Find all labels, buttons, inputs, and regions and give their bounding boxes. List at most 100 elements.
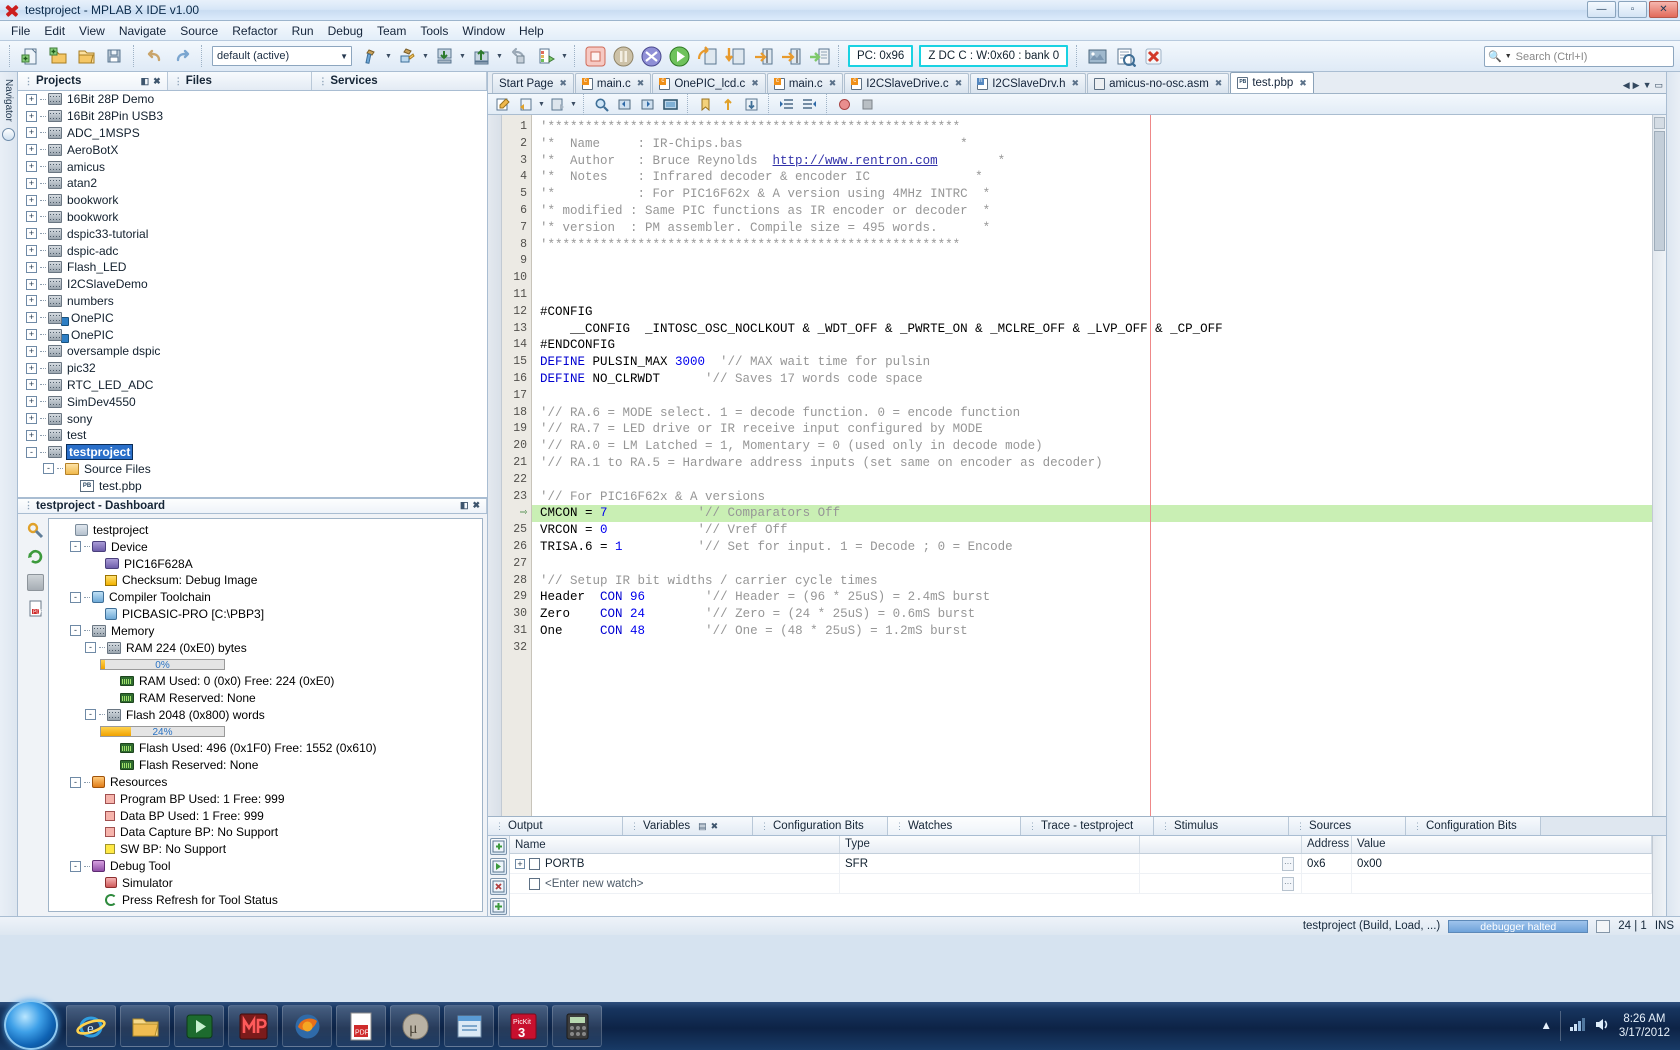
minimize-panel-icon[interactable]: ▤ — [698, 821, 707, 832]
close-tab-icon[interactable]: ✖ — [955, 78, 963, 89]
tree-node[interactable]: +test — [18, 427, 487, 444]
line-number[interactable]: 10 — [502, 270, 531, 287]
device-info-icon[interactable] — [1112, 44, 1138, 69]
delete-all-watches-icon[interactable] — [490, 898, 507, 915]
watch-table-body[interactable]: +PORTBSFR···0x60x00<Enter new watch>··· — [510, 854, 1652, 894]
code-editor[interactable]: 1234567891011121314151617181920212223⇨25… — [488, 115, 1666, 816]
code-line[interactable]: '* Name : IR-Chips.bas * — [532, 136, 1652, 153]
hold-in-reset-icon[interactable] — [505, 44, 531, 69]
shift-left-icon[interactable] — [776, 95, 797, 114]
watch-column-name[interactable]: Name — [510, 836, 840, 853]
program-device-icon[interactable] — [468, 44, 494, 69]
line-number[interactable]: 30 — [502, 606, 531, 623]
code-line[interactable]: Zero CON 24 '// Zero = (24 * 25uS) = 0.6… — [532, 606, 1652, 623]
watch-row-ellipsis-button[interactable]: ··· — [1282, 877, 1294, 891]
program-dropdown-icon[interactable]: ▼ — [458, 44, 467, 69]
scroll-up-arrow[interactable] — [1654, 117, 1665, 129]
tree-node[interactable]: Program BP Used: 1 Free: 999 — [51, 790, 480, 807]
code-line[interactable]: '* : For PIC16F62x & A version using 4MH… — [532, 186, 1652, 203]
menu-navigate[interactable]: Navigate — [112, 22, 173, 40]
refresh-debug-status-icon[interactable] — [533, 44, 559, 69]
expand-icon[interactable]: + — [26, 94, 37, 105]
expand-icon[interactable]: + — [26, 111, 37, 122]
line-number[interactable]: 18 — [502, 405, 531, 422]
next-bookmark-icon[interactable] — [741, 95, 762, 114]
collapse-icon[interactable]: - — [70, 861, 81, 872]
expand-icon[interactable]: + — [26, 195, 37, 206]
code-line[interactable]: #CONFIG — [532, 304, 1652, 321]
line-number[interactable]: ⇨ — [502, 505, 531, 522]
dock-tab-variables[interactable]: ⋮Variables▤✖ — [623, 817, 753, 835]
expand-icon[interactable]: + — [26, 396, 37, 407]
menu-edit[interactable]: Edit — [37, 22, 72, 40]
watch-vertical-scrollbar[interactable] — [1652, 836, 1666, 916]
pdf-doc-icon[interactable]: PDF — [27, 600, 44, 617]
expand-icon[interactable]: + — [26, 245, 37, 256]
refresh-debug-tool-icon[interactable] — [27, 548, 44, 565]
tree-node[interactable]: -Resources — [51, 774, 480, 791]
menu-tools[interactable]: Tools — [413, 22, 455, 40]
editor-tab-test-pbp[interactable]: test.pbp✖ — [1230, 72, 1313, 93]
expand-icon[interactable]: + — [26, 262, 37, 273]
code-line[interactable]: '* version : PM assembler. Compile size … — [532, 220, 1652, 237]
taskbar-media-player-icon[interactable] — [174, 1005, 224, 1047]
tree-node[interactable]: +dspic-adc — [18, 242, 487, 259]
code-line[interactable]: '// Setup IR bit widths / carrier cycle … — [532, 573, 1652, 590]
collapse-icon[interactable]: - — [85, 642, 96, 653]
tree-node[interactable]: -testproject — [18, 444, 487, 461]
code-line[interactable]: #ENDCONFIG — [532, 337, 1652, 354]
save-all-icon[interactable] — [101, 44, 127, 69]
tree-node[interactable]: +oversample dspic — [18, 343, 487, 360]
line-number[interactable]: 23 — [502, 489, 531, 506]
tab-projects[interactable]: ⋮Projects◧✖ — [18, 72, 168, 90]
tree-node[interactable]: -Memory — [51, 622, 480, 639]
project-properties-icon[interactable] — [27, 522, 44, 539]
line-number[interactable]: 20 — [502, 438, 531, 455]
tree-node[interactable]: +dspic33-tutorial — [18, 225, 487, 242]
line-number[interactable]: 17 — [502, 388, 531, 405]
toggle-breakpoint-icon[interactable] — [834, 95, 855, 114]
code-line[interactable]: TRISA.6 = 1 '// Set for input. 1 = Decod… — [532, 539, 1652, 556]
code-line[interactable] — [532, 270, 1652, 287]
line-number[interactable]: 5 — [502, 186, 531, 203]
volume-icon[interactable] — [1594, 1017, 1611, 1035]
code-line[interactable] — [532, 472, 1652, 489]
line-number[interactable]: 15 — [502, 354, 531, 371]
collapse-icon[interactable]: - — [85, 709, 96, 720]
tree-node[interactable]: Checksum: Debug Image — [51, 572, 480, 589]
expand-icon[interactable]: + — [26, 363, 37, 374]
code-line[interactable]: CMCON = 7 '// Comparators Off — [532, 505, 1652, 522]
close-tab-icon[interactable]: ✖ — [1299, 78, 1307, 89]
code-line[interactable]: '* Notes : Infrared decoder & encoder IC… — [532, 169, 1652, 186]
step-into-icon[interactable] — [722, 44, 748, 69]
stop-build-icon[interactable] — [1140, 44, 1166, 69]
tree-node[interactable]: +sony — [18, 410, 487, 427]
line-number[interactable]: 11 — [502, 287, 531, 304]
taskbar-firefox-icon[interactable] — [282, 1005, 332, 1047]
tree-node[interactable]: Data Capture BP: No Support — [51, 824, 480, 841]
expand-icon[interactable]: + — [26, 144, 37, 155]
make-and-program-device-icon[interactable] — [431, 44, 457, 69]
watch-row-ellipsis-button[interactable]: ··· — [1282, 857, 1294, 871]
code-line[interactable]: '* modified : Same PIC functions as IR e… — [532, 203, 1652, 220]
code-link[interactable]: http://www.rentron.com — [773, 154, 938, 168]
dock-tab-sources[interactable]: ⋮Sources — [1289, 817, 1406, 835]
collapse-icon[interactable]: - — [70, 777, 81, 788]
tree-node[interactable]: PICBASIC-PRO [C:\PBP3] — [51, 606, 480, 623]
tree-node[interactable]: PIC16F628A — [51, 555, 480, 572]
expand-icon[interactable]: + — [26, 346, 37, 357]
debug-status-dropdown-icon[interactable]: ▼ — [560, 44, 569, 69]
tree-node[interactable]: -Compiler Toolchain — [51, 589, 480, 606]
expand-icon[interactable]: + — [26, 178, 37, 189]
menu-view[interactable]: View — [72, 22, 112, 40]
search-box[interactable]: 🔍 ▼ Search (Ctrl+I) — [1484, 46, 1674, 67]
editor-tab-amicus-no-osc-asm[interactable]: amicus-no-osc.asm✖ — [1087, 73, 1229, 93]
menu-source[interactable]: Source — [173, 22, 225, 40]
line-number[interactable]: 3 — [502, 153, 531, 170]
tree-node[interactable]: +16Bit 28P Demo — [18, 91, 487, 108]
watch-table[interactable]: NameTypeAddressValue +PORTBSFR···0x60x00… — [510, 836, 1652, 916]
menu-debug[interactable]: Debug — [321, 22, 370, 40]
watch-row-value-cell[interactable]: 0x00 — [1352, 854, 1652, 874]
line-number[interactable]: 1 — [502, 119, 531, 136]
scroll-thumb[interactable] — [1654, 131, 1665, 251]
